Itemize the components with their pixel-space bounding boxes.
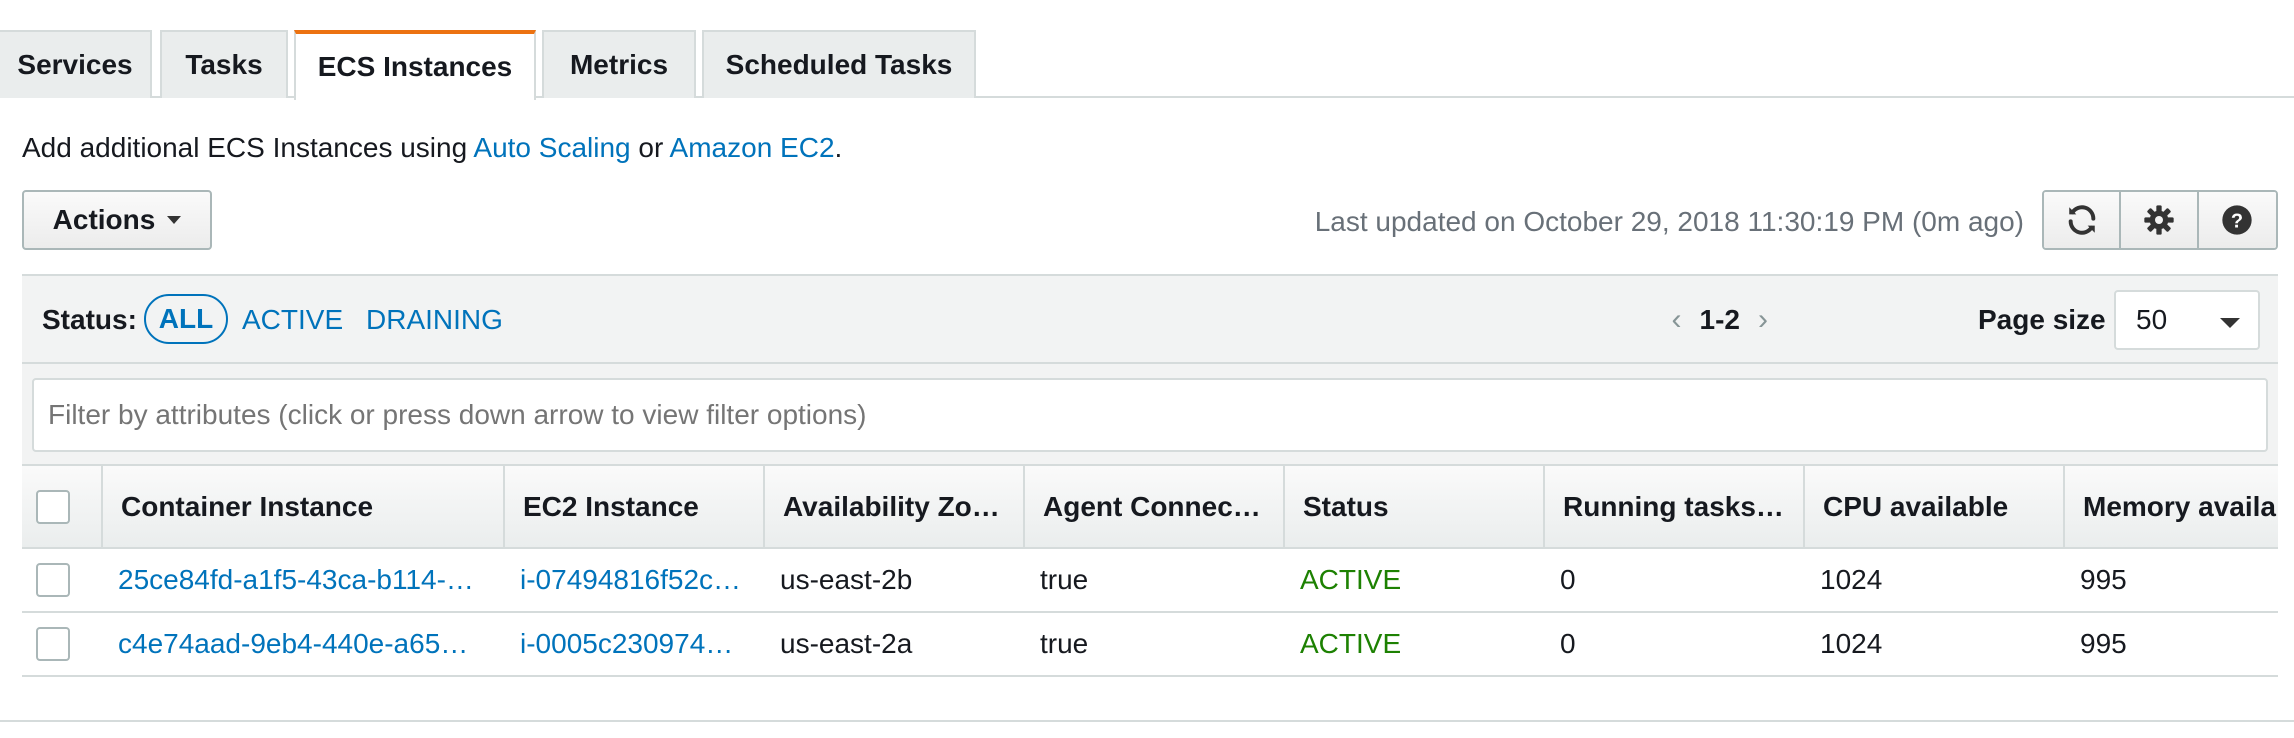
table-row: c4e74aad-9eb4-440e-a65… i-0005c230974… u…	[22, 612, 2278, 676]
filter-input[interactable]	[32, 378, 2268, 452]
col-cpu-available[interactable]: CPU available	[1804, 466, 2065, 549]
page-range: 1-2	[1699, 304, 1740, 335]
col-ec2-instance[interactable]: EC2 Instance	[504, 466, 765, 549]
memory-available-cell: 995	[2080, 628, 2127, 659]
row-select-cell	[22, 548, 102, 612]
status-filter-bar: Status: ALL ACTIVE DRAINING ‹ 1-2 › Page…	[22, 276, 2278, 364]
table-header-row: Container Instance EC2 Instance Availabi…	[22, 466, 2278, 549]
availability-zone-cell: us-east-2a	[780, 628, 913, 659]
pagination: ‹ 1-2 ›	[1672, 298, 1768, 342]
select-all-checkbox[interactable]	[36, 489, 70, 524]
status-cell: ACTIVE	[1300, 564, 1402, 595]
col-container-instance[interactable]: Container Instance	[102, 466, 505, 549]
agent-connected-cell: true	[1040, 564, 1089, 595]
gear-icon	[2144, 205, 2174, 235]
container-instance-link[interactable]: c4e74aad-9eb4-440e-a65…	[102, 612, 504, 676]
tab-tasks[interactable]: Tasks	[160, 30, 288, 98]
table-row: 25ce84fd-a1f5-43ca-b114-… i-07494816f52c…	[22, 548, 2278, 612]
refresh-button[interactable]	[2044, 192, 2122, 248]
col-memory-available[interactable]: Memory availa	[2064, 466, 2278, 549]
cpu-available-cell: 1024	[1820, 564, 1883, 595]
status-filter-all[interactable]: ALL	[144, 294, 228, 344]
toolbar-icon-group: ?	[2042, 190, 2278, 250]
ec2-instance-link[interactable]: i-0005c230974…	[504, 612, 764, 676]
intro-text: Add additional ECS Instances using Auto …	[22, 132, 842, 164]
running-tasks-cell: 0	[1560, 564, 1576, 595]
container-instance-link[interactable]: 25ce84fd-a1f5-43ca-b114-…	[102, 548, 504, 612]
refresh-icon	[2068, 205, 2095, 235]
intro-middle: or	[630, 132, 670, 163]
status-label: Status:	[42, 304, 137, 335]
tab-scheduled-tasks[interactable]: Scheduled Tasks	[702, 30, 976, 98]
help-icon: ?	[2222, 205, 2253, 235]
tab-bar: Services Tasks ECS Instances Metrics Sch…	[0, 30, 2294, 100]
caret-down-icon	[2220, 318, 2240, 328]
agent-connected-cell: true	[1040, 628, 1089, 659]
cpu-available-cell: 1024	[1820, 628, 1883, 659]
col-running-tasks[interactable]: Running tasks…	[1544, 466, 1805, 549]
page-size-value: 50	[2136, 304, 2168, 335]
row-checkbox[interactable]	[36, 563, 70, 598]
settings-button[interactable]	[2121, 192, 2199, 248]
divider	[0, 720, 2294, 722]
actions-button[interactable]: Actions	[22, 190, 212, 250]
col-agent-connected[interactable]: Agent Connec…	[1024, 466, 1285, 549]
page-size-label: Page size	[1978, 304, 2106, 335]
instances-table: Container Instance EC2 Instance Availabi…	[22, 466, 2278, 677]
instances-panel: Status: ALL ACTIVE DRAINING ‹ 1-2 › Page…	[22, 274, 2278, 677]
auto-scaling-link[interactable]: Auto Scaling	[473, 132, 630, 163]
status-cell: ACTIVE	[1300, 628, 1402, 659]
select-all-cell	[22, 466, 103, 549]
amazon-ec2-link[interactable]: Amazon EC2	[670, 132, 835, 163]
availability-zone-cell: us-east-2b	[780, 564, 913, 595]
intro-prefix: Add additional ECS Instances using	[22, 132, 474, 163]
memory-available-cell: 995	[2080, 564, 2127, 595]
ec2-instance-link[interactable]: i-07494816f52c…	[504, 548, 764, 612]
filter-bar	[22, 364, 2278, 466]
actions-label: Actions	[52, 204, 156, 235]
tab-metrics[interactable]: Metrics	[542, 30, 696, 98]
page-size-select[interactable]: 50	[2114, 290, 2260, 350]
svg-text:?: ?	[2231, 210, 2243, 232]
status-filter-active[interactable]: ACTIVE	[242, 304, 343, 336]
running-tasks-cell: 0	[1560, 628, 1576, 659]
last-updated-text: Last updated on October 29, 2018 11:30:1…	[1314, 206, 2024, 237]
chevron-right-icon[interactable]: ›	[1758, 303, 1768, 337]
col-status[interactable]: Status	[1284, 466, 1545, 549]
caret-down-icon	[167, 216, 182, 224]
row-checkbox[interactable]	[36, 627, 70, 662]
row-select-cell	[22, 612, 102, 676]
tab-ecs-instances[interactable]: ECS Instances	[294, 30, 536, 100]
tab-services[interactable]: Services	[0, 30, 152, 98]
col-availability-zone[interactable]: Availability Zo…	[764, 466, 1025, 549]
status-filter-draining[interactable]: DRAINING	[366, 304, 503, 336]
chevron-left-icon[interactable]: ‹	[1672, 303, 1682, 337]
help-button[interactable]: ?	[2198, 192, 2276, 248]
intro-suffix: .	[834, 132, 843, 163]
